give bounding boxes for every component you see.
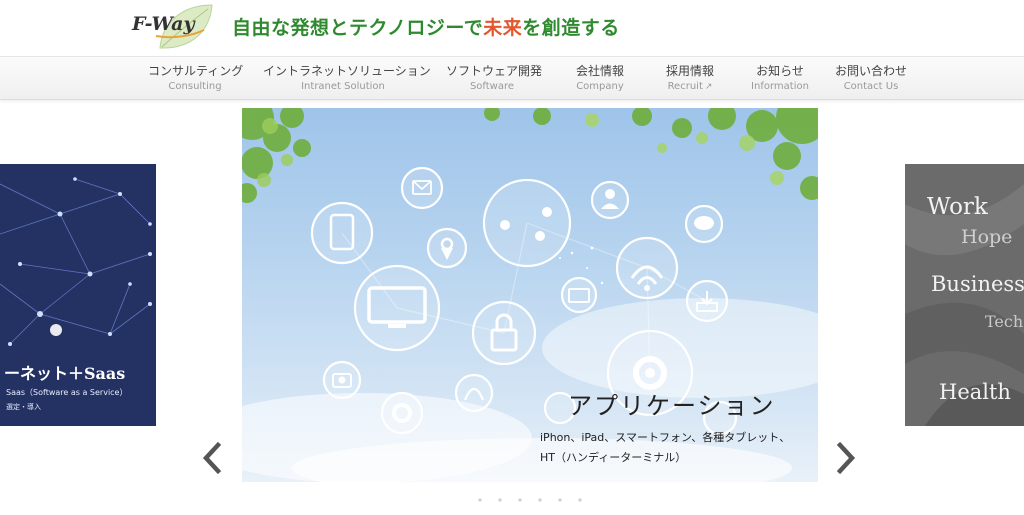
carousel-dot [478, 498, 482, 502]
carousel-dot [558, 498, 562, 502]
site-tagline: 自由な発想とテクノロジーで未来を創造する [232, 13, 620, 40]
slide-word-work: Work [927, 194, 988, 220]
slide-description-line2: HT（ハンディーターミナル） [540, 451, 687, 464]
nav-item-recruit[interactable]: 採用情報 Recruit ↗ [660, 62, 720, 92]
nav-item-software[interactable]: ソフトウェア開発 Software [446, 62, 543, 92]
carousel-pagination [470, 490, 600, 502]
nav-label-jp: お知らせ [756, 64, 804, 78]
slide-title: アプリケーション [568, 392, 776, 420]
carousel-slide-prev[interactable]: ーネット＋Saas Saas（Software as a Service） 選定… [0, 164, 156, 426]
slide-word-hope: Hope [961, 226, 1013, 248]
nav-label-en: Intranet Solution [301, 81, 385, 92]
tagline-part2: を創造する [522, 17, 620, 39]
tagline-accent: 未来 [483, 17, 523, 39]
slide-background-image [242, 108, 818, 482]
nav-item-contact-us[interactable]: お問い合わせ Contact Us [833, 62, 909, 92]
nav-label-en: Recruit ↗ [660, 81, 720, 92]
nav-label-en: Contact Us [843, 81, 899, 92]
main-navigation: コンサルティング Consulting イントラネットソリューション Intra… [0, 56, 1024, 100]
tagline-part1: 自由な発想とテクノロジーで [232, 17, 484, 39]
nav-label-jp: 採用情報 [665, 64, 714, 78]
carousel-prev-button[interactable] [200, 441, 224, 475]
nav-item-information[interactable]: お知らせ Information [750, 62, 810, 92]
nav-item-consulting[interactable]: コンサルティング Consulting [148, 62, 244, 92]
external-link-icon: ↗ [704, 82, 713, 92]
carousel-next-button[interactable] [834, 441, 858, 475]
nav-label-jp: イントラネットソリューション [263, 64, 431, 78]
slide-subtitle-2: 選定・導入 [6, 403, 41, 411]
nav-label-jp: ソフトウェア開発 [446, 64, 543, 78]
carousel-dot [538, 498, 542, 502]
carousel-slide-active[interactable]: アプリケーション iPhon、iPad、スマートフォン、各種タブレット、 HT（… [242, 108, 818, 482]
slide-title: ーネット＋Saas [4, 364, 126, 383]
carousel-dot [498, 498, 502, 502]
carousel-dot [578, 498, 582, 502]
slide-word-health: Health [939, 380, 1011, 404]
nav-label-en: Company [576, 81, 624, 92]
nav-label-en: Software [469, 81, 515, 92]
site-header: F-Way 自由な発想とテクノロジーで未来を創造する [0, 0, 1024, 56]
logo-text: F-Way [132, 13, 195, 35]
nav-label-en: Information [751, 81, 809, 92]
slide-description-line1: iPhon、iPad、スマートフォン、各種タブレット、 [540, 431, 791, 444]
nav-item-company[interactable]: 会社情報 Company [570, 62, 630, 92]
chevron-left-icon [202, 441, 222, 475]
nav-label-jp: 会社情報 [575, 64, 624, 78]
nav-label-jp: お問い合わせ [834, 64, 907, 78]
chevron-right-icon [836, 441, 856, 475]
nav-label-jp: コンサルティング [148, 64, 244, 78]
carousel-dot [518, 498, 522, 502]
nav-label-en: Consulting [168, 81, 222, 92]
slide-word-business: Business [931, 272, 1024, 296]
company-logo[interactable]: F-Way [132, 3, 214, 53]
nav-label-en-text: Recruit [667, 81, 703, 92]
slide-subtitle: Saas（Software as a Service） [6, 388, 128, 397]
nav-item-intranet-solution[interactable]: イントラネットソリューション Intranet Solution [263, 62, 431, 92]
slide-word-tech: Tech [985, 312, 1024, 331]
slide-description: iPhon、iPad、スマートフォン、各種タブレット、 HT（ハンディーターミナ… [540, 428, 810, 468]
carousel-slide-next[interactable]: Work Hope Business Tech Health [905, 164, 1024, 426]
